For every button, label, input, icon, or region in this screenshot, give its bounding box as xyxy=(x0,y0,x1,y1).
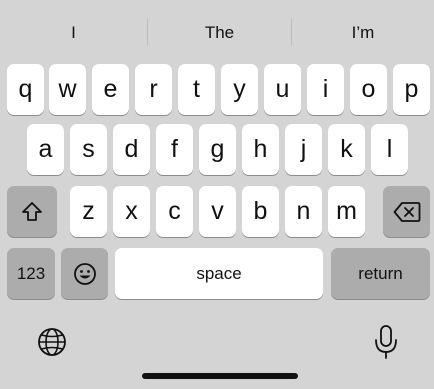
home-indicator xyxy=(142,373,298,379)
emoji-icon xyxy=(73,262,97,286)
key-q[interactable]: q xyxy=(7,64,44,115)
key-h[interactable]: h xyxy=(242,124,279,175)
key-n[interactable]: n xyxy=(285,186,322,237)
key-w[interactable]: w xyxy=(49,64,86,115)
key-b[interactable]: b xyxy=(242,186,279,237)
key-i[interactable]: i xyxy=(307,64,344,115)
space-key[interactable]: space xyxy=(115,248,323,299)
emoji-key[interactable] xyxy=(61,248,108,299)
key-a[interactable]: a xyxy=(27,124,64,175)
key-d[interactable]: d xyxy=(113,124,150,175)
key-j[interactable]: j xyxy=(285,124,322,175)
key-r[interactable]: r xyxy=(135,64,172,115)
key-m[interactable]: m xyxy=(328,186,365,237)
suggestion-3[interactable]: I’m xyxy=(292,20,434,46)
suggestion-2[interactable]: The xyxy=(148,20,291,46)
key-c[interactable]: c xyxy=(156,186,193,237)
key-s[interactable]: s xyxy=(70,124,107,175)
key-x[interactable]: x xyxy=(113,186,150,237)
return-key[interactable]: return xyxy=(331,248,430,299)
microphone-icon[interactable] xyxy=(372,323,400,361)
suggestion-1[interactable]: I xyxy=(0,20,147,46)
shift-icon xyxy=(20,200,44,224)
key-t[interactable]: t xyxy=(178,64,215,115)
key-p[interactable]: p xyxy=(393,64,430,115)
backspace-icon xyxy=(393,201,421,223)
numbers-key[interactable]: 123 xyxy=(7,248,55,299)
key-l[interactable]: l xyxy=(371,124,408,175)
key-o[interactable]: o xyxy=(350,64,387,115)
key-e[interactable]: e xyxy=(92,64,129,115)
key-u[interactable]: u xyxy=(264,64,301,115)
key-z[interactable]: z xyxy=(70,186,107,237)
shift-key[interactable] xyxy=(7,186,57,237)
key-f[interactable]: f xyxy=(156,124,193,175)
key-v[interactable]: v xyxy=(199,186,236,237)
predictive-text-bar: I The I’m xyxy=(0,0,434,58)
key-y[interactable]: y xyxy=(221,64,258,115)
delete-key[interactable] xyxy=(383,186,430,237)
globe-icon[interactable] xyxy=(36,326,68,358)
key-k[interactable]: k xyxy=(328,124,365,175)
key-g[interactable]: g xyxy=(199,124,236,175)
